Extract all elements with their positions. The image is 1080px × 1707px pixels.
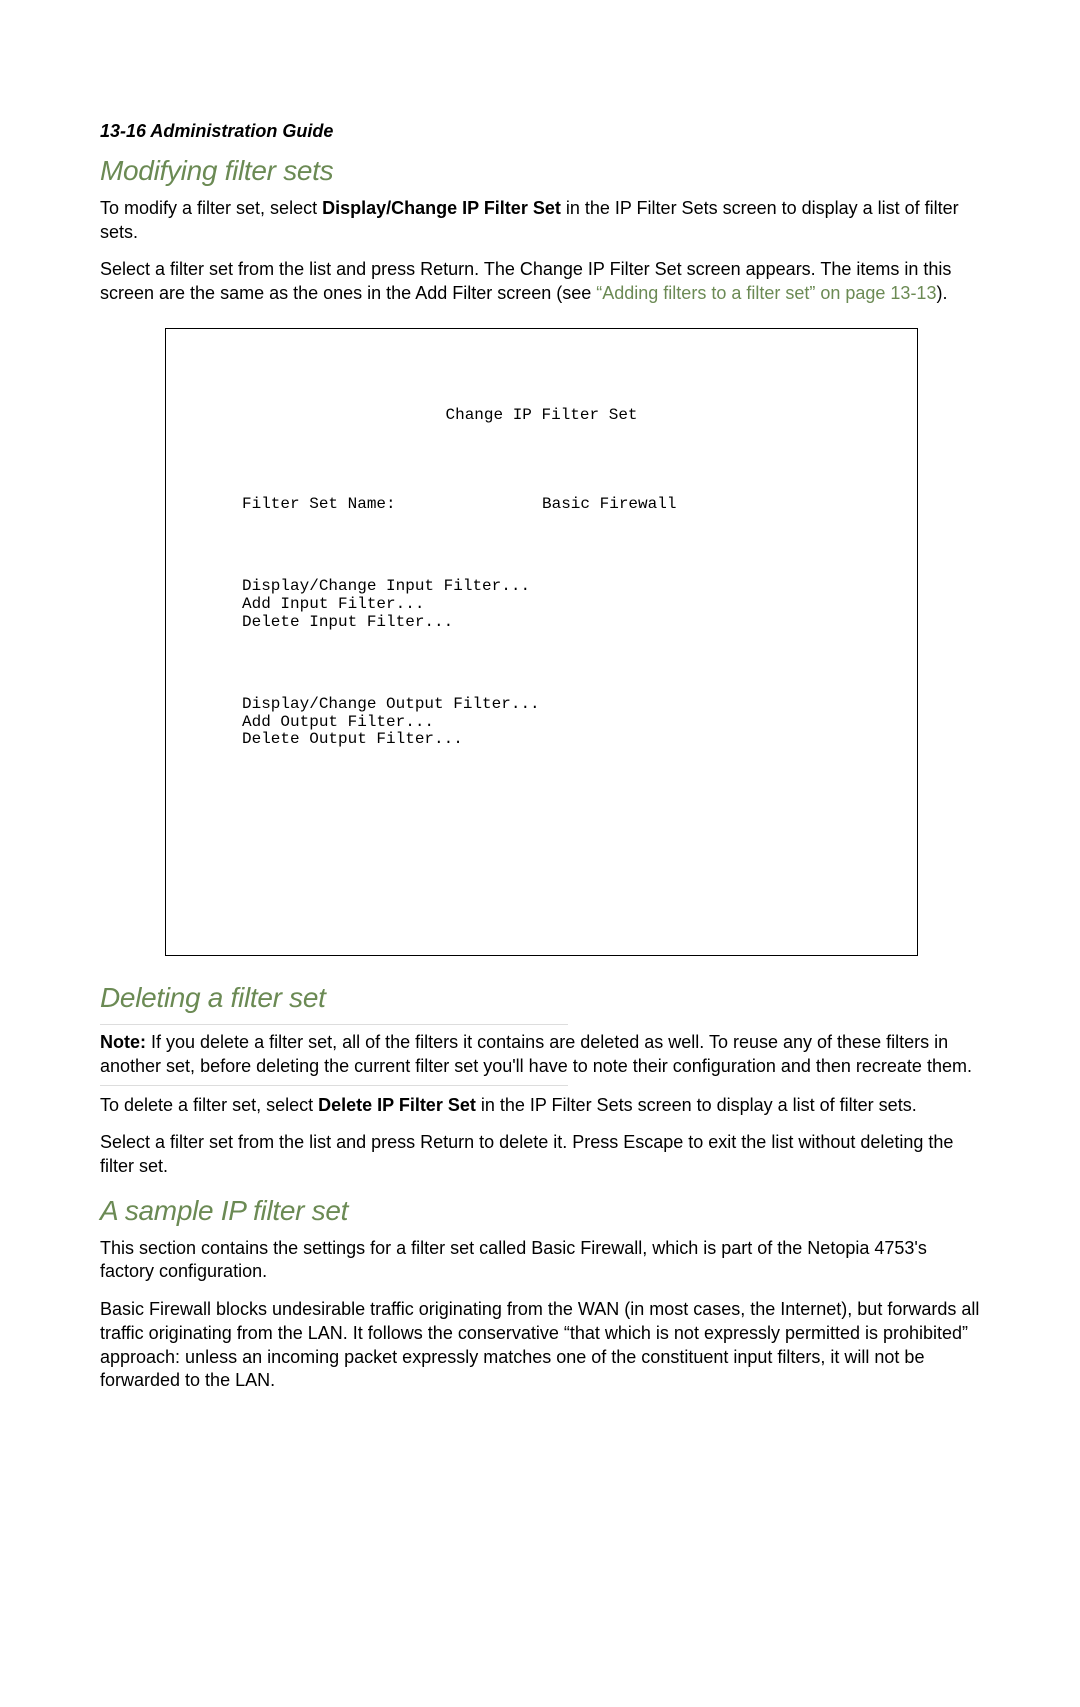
text: ).	[936, 283, 947, 303]
divider	[100, 1085, 568, 1086]
section-title-modifying: Modifying filter sets	[100, 153, 983, 189]
terminal-input-block: Display/Change Input Filter... Add Input…	[242, 578, 889, 632]
text: in the IP Filter Sets screen to display …	[476, 1095, 917, 1115]
cross-reference-link[interactable]: “Adding filters to a filter set” on page…	[596, 283, 936, 303]
delete-paragraph-2: Select a filter set from the list and pr…	[100, 1131, 983, 1179]
text-bold-delete: Delete IP Filter Set	[318, 1095, 476, 1115]
modify-paragraph-1: To modify a filter set, select Display/C…	[100, 197, 983, 245]
sample-paragraph-2: Basic Firewall blocks undesirable traffi…	[100, 1298, 983, 1393]
note-label: Note:	[100, 1032, 146, 1052]
section-title-sample: A sample IP filter set	[100, 1193, 983, 1229]
text: To modify a filter set, select	[100, 198, 322, 218]
page: 13-16 Administration Guide Modifying fil…	[0, 0, 1080, 1707]
delete-paragraph-1: To delete a filter set, select Delete IP…	[100, 1094, 983, 1118]
divider	[100, 1024, 568, 1025]
terminal-name-label: Filter Set Name:	[242, 496, 542, 514]
delete-note: Note: If you delete a filter set, all of…	[100, 1031, 983, 1079]
terminal-name-value: Basic Firewall	[542, 496, 676, 514]
terminal-output-block: Display/Change Output Filter... Add Outp…	[242, 696, 889, 750]
terminal-name-row: Filter Set Name:Basic Firewall	[242, 496, 889, 514]
modify-paragraph-2: Select a filter set from the list and pr…	[100, 258, 983, 306]
terminal-title: Change IP Filter Set	[194, 407, 889, 425]
text-bold-display-change: Display/Change IP Filter Set	[322, 198, 561, 218]
text: To delete a filter set, select	[100, 1095, 318, 1115]
section-title-deleting: Deleting a filter set	[100, 980, 983, 1016]
note-text: If you delete a filter set, all of the f…	[100, 1032, 972, 1076]
terminal-screenshot: Change IP Filter Set Filter Set Name:Bas…	[165, 328, 918, 956]
page-header: 13-16 Administration Guide	[100, 120, 983, 143]
sample-paragraph-1: This section contains the settings for a…	[100, 1237, 983, 1285]
